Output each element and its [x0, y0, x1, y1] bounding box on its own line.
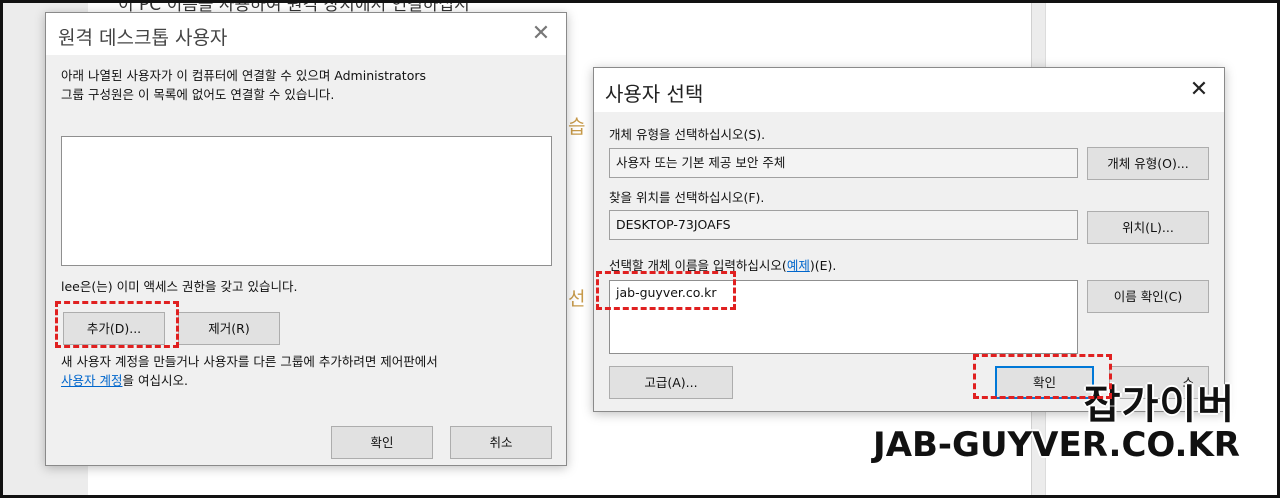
- titlebar: 원격 데스크톱 사용자 ✕: [46, 13, 566, 55]
- object-name-label: 선택할 개체 이름을 입력하십시오(예제)(E).: [609, 256, 836, 275]
- users-listbox[interactable]: [61, 136, 552, 266]
- close-icon[interactable]: ✕: [528, 21, 554, 47]
- object-type-label: 개체 유형을 선택하십시오(S).: [609, 127, 766, 142]
- footer-line-1: 새 사용자 계정을 만들거나 사용자를 다른 그룹에 추가하려면 제어판에서: [61, 354, 438, 369]
- object-name-value: jab-guyver.co.kr: [616, 285, 717, 300]
- advanced-button[interactable]: 고급(A)...: [609, 366, 733, 399]
- add-button[interactable]: 추가(D)...: [63, 312, 165, 345]
- object-types-button[interactable]: 개체 유형(O)...: [1087, 147, 1209, 180]
- object-name-label-prefix: 선택할 개체 이름을 입력하십시오(: [609, 258, 787, 273]
- location-label: 찾을 위치를 선택하십시오(F).: [609, 190, 765, 205]
- object-type-field: 사용자 또는 기본 제공 보안 주체: [609, 148, 1078, 178]
- ok-button[interactable]: 확인: [331, 426, 433, 459]
- check-names-button[interactable]: 이름 확인(C): [1087, 280, 1209, 313]
- watermark-korean: 잡가이버: [1083, 382, 1235, 428]
- watermark-english: JAB-GUYVER.CO.KR: [873, 425, 1240, 465]
- ok-button[interactable]: 확인: [995, 366, 1094, 399]
- select-users-dialog: 사용자 선택 ✕ 개체 유형을 선택하십시오(S). 사용자 또는 기본 제공 …: [593, 67, 1225, 412]
- document-side-char: 선: [568, 288, 586, 310]
- description-line-1: 아래 나열된 사용자가 이 컴퓨터에 연결할 수 있으며 Administrat…: [61, 68, 427, 83]
- titlebar: 사용자 선택 ✕: [594, 68, 1224, 112]
- footer-line-2-suffix: 을 여십시오.: [122, 373, 188, 388]
- cancel-button[interactable]: 취소: [450, 426, 552, 459]
- document-side-char: 습: [568, 116, 586, 138]
- description-line-2: 그룹 구성원은 이 목록에 없어도 연결할 수 있습니다.: [61, 87, 335, 102]
- user-accounts-link[interactable]: 사용자 계정: [61, 373, 122, 388]
- dialog-title: 원격 데스크톱 사용자: [58, 27, 228, 49]
- object-name-input[interactable]: jab-guyver.co.kr: [609, 280, 1078, 354]
- footer-line-2: 사용자 계정을 여십시오.: [61, 371, 188, 390]
- remove-button[interactable]: 제거(R): [178, 312, 280, 345]
- locations-button[interactable]: 위치(L)...: [1087, 211, 1209, 244]
- location-field: DESKTOP-73JOAFS: [609, 210, 1078, 240]
- dialog-title: 사용자 선택: [605, 82, 704, 106]
- object-name-label-suffix: )(E).: [809, 258, 837, 273]
- examples-link[interactable]: 예제: [787, 258, 810, 273]
- access-note: lee은(는) 이미 액세스 권한을 갖고 있습니다.: [61, 279, 298, 294]
- remote-desktop-users-dialog: 원격 데스크톱 사용자 ✕ 아래 나열된 사용자가 이 컴퓨터에 연결할 수 있…: [45, 12, 567, 466]
- close-icon[interactable]: ✕: [1186, 77, 1212, 103]
